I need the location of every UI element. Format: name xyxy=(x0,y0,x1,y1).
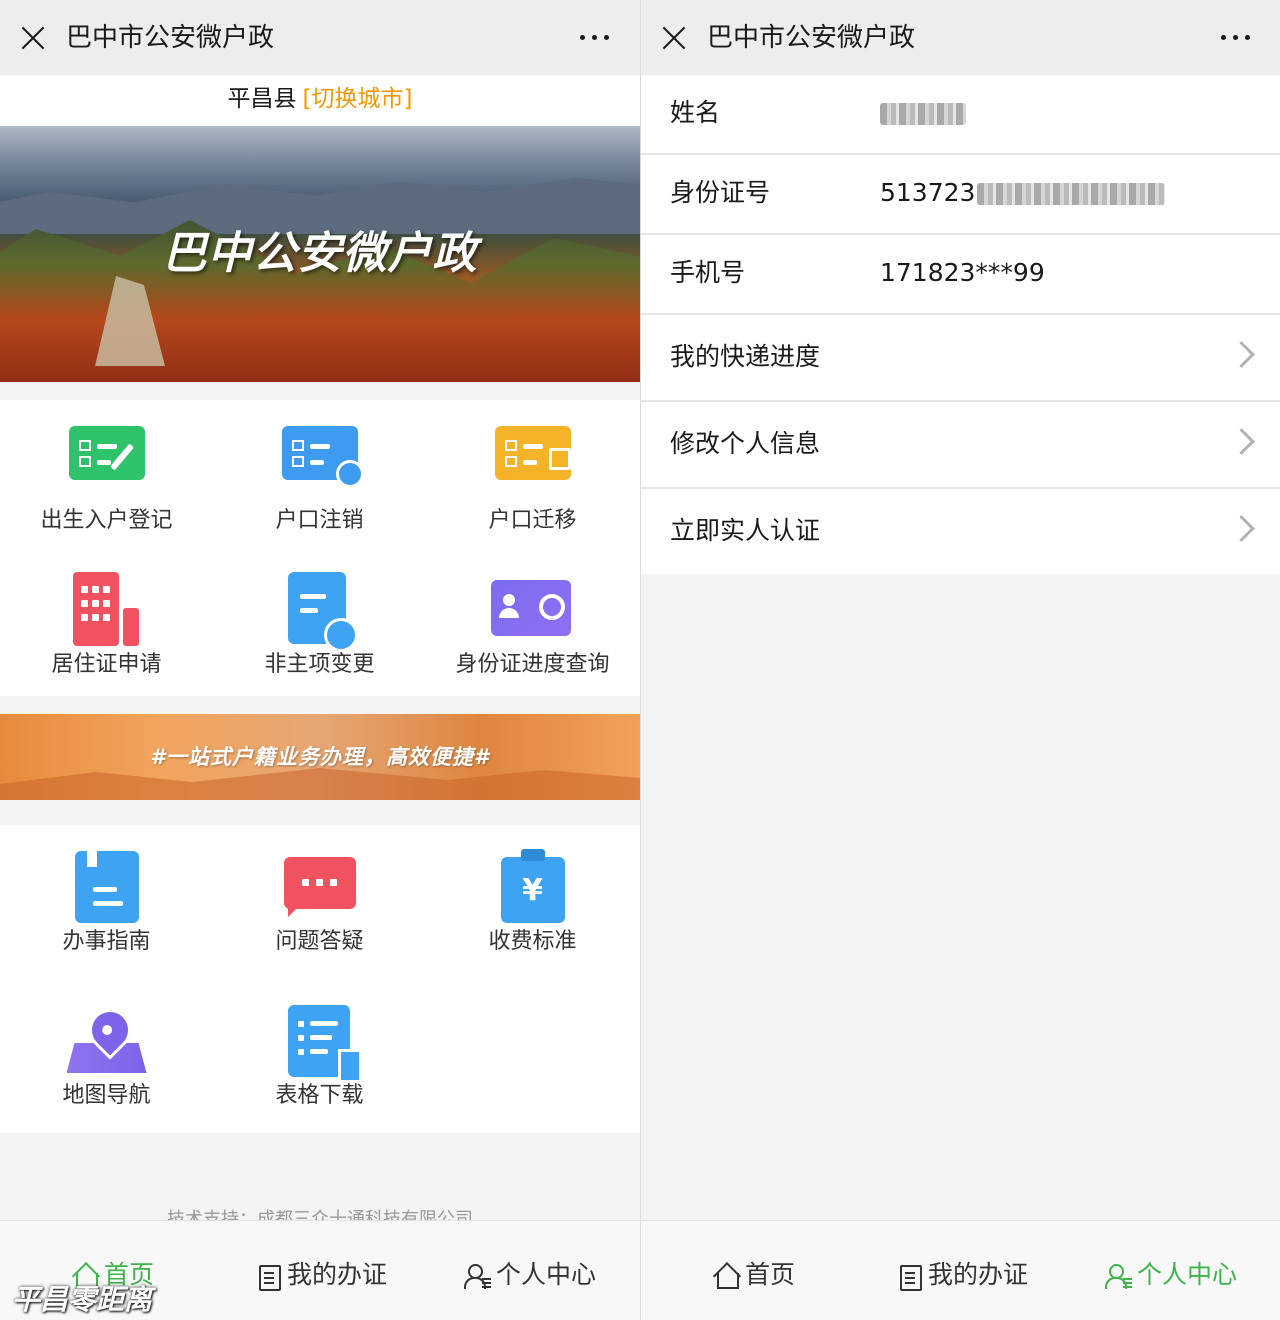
service-label: 居住证申请 xyxy=(51,652,162,677)
fee-clipboard-icon: ¥ xyxy=(500,849,565,923)
service-hukou-move[interactable]: 户口迁移 xyxy=(426,412,639,562)
hero-banner: 巴中公安微户政 xyxy=(0,126,640,382)
service-label: 户口迁移 xyxy=(488,508,577,533)
page-title: 巴中市公安微户政 xyxy=(66,23,275,53)
home-screen: 巴中市公安微户政 平昌县[切换城市] 巴中公安微户政 出生入户登记 户口注销 xyxy=(0,0,640,1320)
service-map[interactable]: 地图导航 xyxy=(0,1000,213,1151)
tab-bar: 首页 我的办证 个人中心 xyxy=(641,1220,1280,1320)
service-guide[interactable]: 办事指南 xyxy=(0,847,213,997)
more-icon[interactable] xyxy=(580,27,610,47)
personal-center-screen: 巴中市公安微户政 姓名 身份证号 513723 手机号 171823***99 … xyxy=(640,0,1280,1320)
id-card-search-icon xyxy=(490,580,571,636)
service-fees[interactable]: ¥ 收费标准 xyxy=(426,847,639,997)
title-bar: 巴中市公安微户政 xyxy=(0,0,640,75)
service-label: 出生入户登记 xyxy=(40,508,173,533)
service-label: 地图导航 xyxy=(62,1083,151,1108)
profile-list: 姓名 身份证号 513723 手机号 171823***99 我的快递进度 修改… xyxy=(641,75,1280,574)
tab-home[interactable]: 首页 xyxy=(713,1255,795,1295)
link-real-name-auth[interactable]: 立即实人认证 xyxy=(641,489,1280,574)
id-redacted xyxy=(977,183,1166,205)
service-label: 户口注销 xyxy=(275,508,364,533)
secondary-services-grid: 办事指南 问题答疑 ¥ 收费标准 地图导航 表格下载 xyxy=(0,825,640,1133)
household-card-move-icon xyxy=(494,426,571,480)
service-hukou-cancel[interactable]: 户口注销 xyxy=(213,412,426,562)
slogan-banner: #一站式户籍业务办理，高效便捷# xyxy=(0,714,640,800)
person-icon xyxy=(1105,1262,1133,1290)
tab-label: 个人中心 xyxy=(496,1260,597,1289)
person-icon xyxy=(464,1262,492,1290)
title-bar: 巴中市公安微户政 xyxy=(641,0,1280,75)
link-express-progress[interactable]: 我的快递进度 xyxy=(641,315,1280,402)
tab-personal-center[interactable]: 个人中心 xyxy=(1105,1255,1237,1295)
chevron-right-icon xyxy=(1228,515,1255,542)
close-icon[interactable] xyxy=(20,25,46,51)
document-refresh-icon xyxy=(287,572,358,652)
service-birth-registration[interactable]: 出生入户登记 xyxy=(0,412,213,562)
service-label: 非主项变更 xyxy=(264,652,375,677)
switch-city-link[interactable]: [切换城市] xyxy=(303,86,413,112)
service-id-progress[interactable]: 身份证进度查询 xyxy=(426,560,639,710)
phone-label: 手机号 xyxy=(670,258,746,287)
link-label: 立即实人认证 xyxy=(670,516,821,545)
name-value-redacted xyxy=(880,95,966,131)
id-label: 身份证号 xyxy=(670,178,771,207)
home-icon xyxy=(713,1262,741,1290)
service-residence-permit[interactable]: 居住证申请 xyxy=(0,560,213,710)
tab-label: 首页 xyxy=(745,1260,796,1289)
building-icon xyxy=(72,572,139,646)
phone-value: 171823***99 xyxy=(880,258,1045,287)
id-visible-prefix: 513723 xyxy=(880,178,976,207)
service-faq[interactable]: 问题答疑 xyxy=(213,847,426,997)
guide-book-icon xyxy=(74,851,139,923)
household-card-cancel-icon xyxy=(281,426,364,488)
service-label: 身份证进度查询 xyxy=(455,652,610,677)
clipboard-icon xyxy=(255,1262,283,1291)
tab-label: 个人中心 xyxy=(1137,1260,1238,1289)
service-label: 收费标准 xyxy=(488,929,577,954)
watermark: 平昌零距离 xyxy=(12,1283,153,1316)
chevron-right-icon xyxy=(1228,341,1255,368)
tab-label: 我的办证 xyxy=(287,1260,388,1289)
primary-services-grid: 出生入户登记 户口注销 户口迁移 居住证申请 非主项变更 身份证进度查询 xyxy=(0,400,640,696)
service-minor-change[interactable]: 非主项变更 xyxy=(213,560,426,710)
banner-title: 巴中公安微户政 xyxy=(162,228,478,279)
name-label: 姓名 xyxy=(670,98,721,127)
more-icon[interactable] xyxy=(1221,27,1251,47)
tab-personal-center[interactable]: 个人中心 xyxy=(464,1255,596,1295)
service-label: 表格下载 xyxy=(275,1083,364,1108)
id-row: 身份证号 513723 xyxy=(641,155,1280,235)
city-name: 平昌县 xyxy=(227,86,297,112)
link-label: 我的快递进度 xyxy=(670,342,821,371)
chevron-right-icon xyxy=(1228,428,1255,455)
phone-row: 手机号 171823***99 xyxy=(641,235,1280,315)
close-icon[interactable] xyxy=(661,25,687,51)
service-label: 办事指南 xyxy=(62,929,151,954)
form-download-icon xyxy=(287,1005,362,1083)
service-label: 问题答疑 xyxy=(275,929,364,954)
map-pin-icon xyxy=(66,1000,147,1081)
household-card-edit-icon xyxy=(68,426,145,480)
name-row: 姓名 xyxy=(641,75,1280,155)
clipboard-icon xyxy=(896,1262,924,1291)
tab-my-certificates[interactable]: 我的办证 xyxy=(255,1255,387,1295)
city-bar: 平昌县 [切换城市] xyxy=(0,75,640,126)
link-label: 修改个人信息 xyxy=(670,429,821,458)
slogan-text: #一站式户籍业务办理，高效便捷# xyxy=(150,745,490,769)
tab-my-certificates[interactable]: 我的办证 xyxy=(896,1255,1028,1295)
tab-label: 我的办证 xyxy=(928,1260,1029,1289)
service-form-download[interactable]: 表格下载 xyxy=(213,1001,426,1151)
page-title: 巴中市公安微户政 xyxy=(707,23,916,53)
link-edit-profile[interactable]: 修改个人信息 xyxy=(641,402,1280,489)
id-value: 513723 xyxy=(880,175,1166,211)
chat-bubble-icon xyxy=(283,857,356,917)
